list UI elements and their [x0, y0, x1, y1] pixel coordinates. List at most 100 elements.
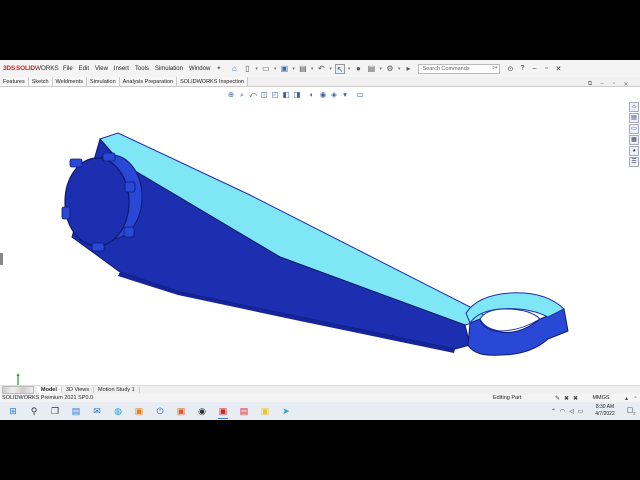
display-style-icon[interactable]: ◨ — [292, 90, 302, 100]
zoom-to-area-icon[interactable]: ⌕ — [237, 90, 247, 100]
solidworks-taskbar-icon[interactable]: ▣ — [214, 403, 232, 419]
expand-icon[interactable]: ▸ — [403, 64, 413, 74]
solidworks-logo[interactable]: 3DS SOLID WORKS — [3, 65, 63, 72]
print-icon[interactable]: ▤ — [298, 64, 308, 74]
menu-simulation[interactable]: Simulation — [155, 66, 183, 72]
tab-sketch[interactable]: Sketch — [28, 77, 53, 86]
doc-minimize-icon[interactable]: – — [596, 81, 608, 88]
media-app-icon[interactable]: ▣ — [172, 403, 190, 419]
tab-features[interactable]: Features — [0, 77, 29, 86]
traffic-light-icon[interactable]: ● — [353, 64, 363, 74]
chevron-down-icon[interactable]: ▾ — [398, 66, 401, 72]
hide-show-items-icon[interactable]: ◐ — [307, 90, 317, 100]
doc-restore-icon[interactable]: ⧉ — [584, 81, 596, 88]
view-settings-icon[interactable]: ▾ — [340, 90, 350, 100]
widgets-icon[interactable]: ▤ — [67, 403, 85, 419]
notifications-icon[interactable]: ▢2 — [625, 406, 637, 415]
battery-icon[interactable]: ▭ — [576, 408, 585, 415]
chevron-down-icon[interactable]: ▾ — [274, 66, 277, 72]
solidworks-resources-icon[interactable]: ⌂ — [629, 102, 639, 112]
menu-insert[interactable]: Insert — [114, 66, 129, 72]
chevron-down-icon[interactable]: ▾ — [329, 66, 332, 72]
clock[interactable]: 8:30 AM 4/7/2022 — [585, 404, 625, 418]
wifi-icon[interactable]: ◠ — [558, 408, 567, 415]
tab-motion-study-1[interactable]: Motion Study 1 — [94, 387, 140, 393]
file-explorer-icon[interactable]: ▭ — [629, 124, 639, 134]
search-commands-input[interactable]: Search Commands ⌕▾ — [418, 63, 501, 74]
menu-file[interactable]: File — [63, 66, 73, 72]
previous-view-icon[interactable]: ⤺ — [248, 90, 258, 100]
view-orientation-icon[interactable]: ◧ — [281, 90, 291, 100]
open-folder-icon[interactable]: ▭ — [261, 64, 271, 74]
tab-scroll-arrows[interactable] — [2, 386, 34, 394]
notification-count: 2 — [633, 410, 636, 416]
windows-start-icon[interactable]: ⊞ — [4, 403, 22, 419]
tab-simulation[interactable]: Simulation — [86, 77, 120, 86]
tab-solidworks-inspection[interactable]: SOLIDWORKS Inspection — [177, 77, 248, 86]
status-options-icon[interactable]: ▫ — [631, 395, 640, 401]
telegram-icon[interactable]: ➤ — [277, 403, 295, 419]
zoom-to-fit-icon[interactable]: ⊕ — [226, 90, 236, 100]
graphics-area[interactable] — [0, 87, 628, 393]
view-palette-icon[interactable]: ▦ — [629, 135, 639, 145]
doc-maximize-icon[interactable]: ▫ — [608, 81, 620, 88]
section-view-icon[interactable]: ◫ — [259, 90, 269, 100]
network-app-icon[interactable]: ⏻ — [151, 403, 169, 419]
app-g-icon[interactable]: ▣ — [130, 403, 148, 419]
user-icon[interactable]: ⊙ — [504, 65, 516, 73]
volume-icon[interactable]: ◁ — [567, 408, 576, 415]
mail-icon[interactable]: ✉ — [88, 403, 106, 419]
chevron-down-icon[interactable]: ▾ — [311, 66, 314, 72]
windows-taskbar: ⊞ ⚲ ❐ ▤ ✉ ◍ ▣ ⏻ ▣ ◉ ▣ ▤ ▣ ➤ ⌃ ◠ ◁ ▭ 8:30… — [0, 402, 640, 420]
minimize-icon[interactable]: – — [528, 65, 540, 72]
show-hidden-icons-chevron[interactable]: ⌃ — [549, 408, 558, 415]
panel-splitter-handle[interactable] — [0, 253, 3, 265]
select-pointer-icon[interactable]: ↖ — [334, 63, 345, 74]
filezilla-icon[interactable]: ▤ — [235, 403, 253, 419]
dynamic-annotation-icon[interactable]: ◰ — [270, 90, 280, 100]
unit-system[interactable]: MMGS — [580, 395, 622, 401]
tab-analysis-preparation[interactable]: Analysis Preparation — [119, 77, 178, 86]
chevron-down-icon[interactable]: ▾ — [255, 66, 258, 72]
close-icon[interactable]: ✕ — [552, 65, 564, 73]
warning-icon[interactable]: ✖ — [571, 395, 580, 402]
hub-front-face — [64, 157, 130, 247]
custom-properties-icon[interactable]: ☰ — [629, 157, 639, 167]
rebuild-icon[interactable]: ▤ — [366, 64, 376, 74]
tab-model[interactable]: Model — [37, 387, 62, 393]
chevron-down-icon[interactable]: ▾ — [379, 66, 382, 72]
help-icon[interactable]: ? — [516, 65, 528, 72]
part-model[interactable] — [0, 87, 628, 385]
monitor-icon[interactable]: ▭ — [355, 90, 365, 100]
notes-app-icon[interactable]: ▣ — [256, 403, 274, 419]
restore-icon[interactable]: ▫ — [540, 65, 552, 72]
edit-appearance-icon[interactable]: ◉ — [318, 90, 328, 100]
chevron-down-icon[interactable]: ▾ — [348, 66, 351, 72]
system-tray: ⌃ ◠ ◁ ▭ 8:30 AM 4/7/2022 ▢2 — [549, 404, 640, 418]
save-icon[interactable]: ▣ — [279, 64, 289, 74]
home-icon[interactable]: ⌂ — [229, 64, 239, 74]
design-library-icon[interactable]: ▤ — [629, 113, 639, 123]
options-gear-icon[interactable]: ⚙ — [385, 64, 395, 74]
menu-window[interactable]: Window — [189, 66, 210, 72]
appearances-icon[interactable]: ◕ — [629, 146, 639, 156]
menu-edit[interactable]: Edit — [79, 66, 89, 72]
search-taskbar-icon[interactable]: ⚲ — [25, 403, 43, 419]
error-icon[interactable]: ✖ — [562, 395, 571, 402]
tab-weldments[interactable]: Weldments — [52, 77, 87, 86]
task-view-icon[interactable]: ❐ — [46, 403, 64, 419]
apply-scene-icon[interactable]: ◈ — [329, 90, 339, 100]
pin-icon[interactable]: ✦ — [216, 65, 221, 72]
menu-view[interactable]: View — [95, 66, 108, 72]
rebuild-status-icon[interactable]: ✎ — [553, 395, 562, 402]
recorder-app-icon[interactable]: ◉ — [193, 403, 211, 419]
doc-close-icon[interactable]: ✕ — [620, 81, 632, 88]
units-chevron-up-icon[interactable]: ▴ — [622, 395, 631, 402]
chevron-down-icon[interactable]: ▾ — [292, 66, 295, 72]
menu-tools[interactable]: Tools — [135, 66, 149, 72]
search-icon[interactable]: ⌕▾ — [492, 65, 497, 72]
undo-icon[interactable]: ↶ — [316, 64, 326, 74]
tab-3d-views[interactable]: 3D Views — [62, 387, 95, 393]
new-document-icon[interactable]: ▯ — [242, 64, 252, 74]
edge-browser-icon[interactable]: ◍ — [109, 403, 127, 419]
